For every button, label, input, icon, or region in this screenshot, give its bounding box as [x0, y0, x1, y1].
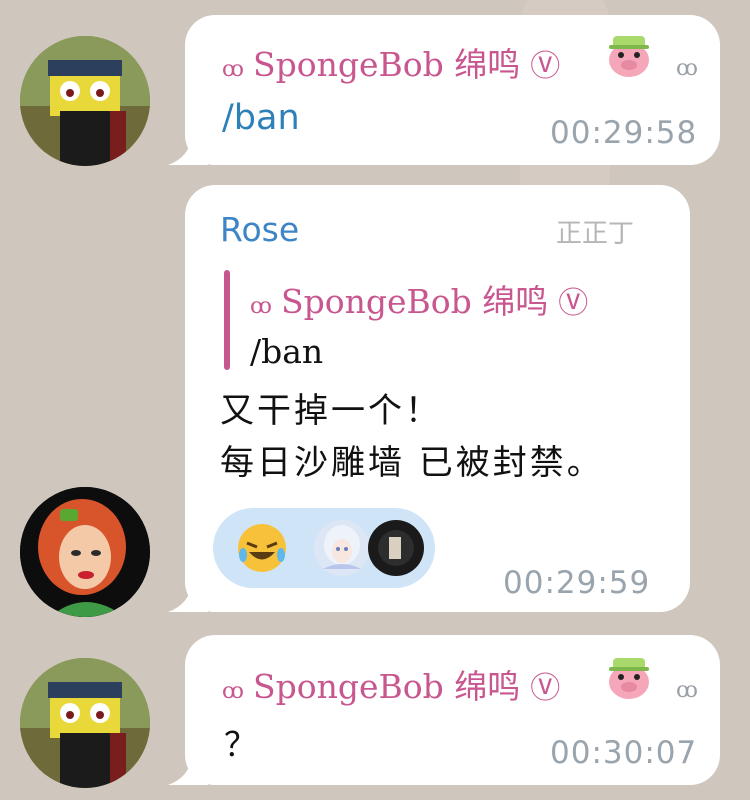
sender-prefix: ꝏ: [222, 679, 245, 704]
sender-prefix: ꝏ: [222, 57, 245, 82]
avatar-spongebob[interactable]: [20, 658, 150, 788]
anime-girl-avatar-icon[interactable]: [313, 519, 371, 577]
status-suffix: ꝏ: [676, 56, 699, 81]
status-suffix: ꝏ: [676, 678, 699, 703]
message-line[interactable]: 又干掉一个！: [220, 386, 442, 436]
verified-badge: Ⓥ: [558, 286, 589, 321]
timestamp: 00:29:59: [503, 565, 651, 601]
pig-sticker-icon: [609, 36, 649, 77]
message-text[interactable]: ？: [224, 718, 257, 766]
pig-sticker-icon: [609, 658, 649, 699]
message-text[interactable]: /ban: [222, 98, 300, 138]
rofl-emoji-icon[interactable]: [233, 519, 291, 577]
avatar-rose[interactable]: [20, 487, 150, 617]
dark-avatar-icon[interactable]: [367, 519, 425, 577]
message-line[interactable]: 每日沙雕墙 已被封禁。: [220, 438, 604, 488]
sender-label: SpongeBob 绵鸣: [252, 45, 521, 84]
sender-name[interactable]: Rose: [220, 210, 299, 249]
sender-tag: 正正丁: [556, 219, 635, 249]
quoted-text[interactable]: /ban: [250, 332, 323, 371]
avatar-spongebob[interactable]: [20, 36, 150, 166]
reactions-bar[interactable]: [213, 508, 435, 588]
quoted-sender-label: SpongeBob 绵鸣: [280, 282, 549, 321]
verified-badge: Ⓥ: [530, 671, 561, 706]
timestamp: 00:29:58: [550, 115, 698, 151]
sender-name[interactable]: ꝏ SpongeBob 绵鸣 Ⓥ: [222, 38, 560, 86]
verified-badge: Ⓥ: [530, 49, 561, 84]
sender-label: SpongeBob 绵鸣: [252, 667, 521, 706]
sender-name[interactable]: ꝏ SpongeBob 绵鸣 Ⓥ: [222, 660, 560, 708]
quoted-sender-prefix: ꝏ: [250, 294, 273, 319]
timestamp: 00:30:07: [550, 735, 698, 771]
quoted-sender[interactable]: ꝏ SpongeBob 绵鸣 Ⓥ: [250, 275, 588, 323]
reply-quote-bar: [224, 270, 230, 370]
